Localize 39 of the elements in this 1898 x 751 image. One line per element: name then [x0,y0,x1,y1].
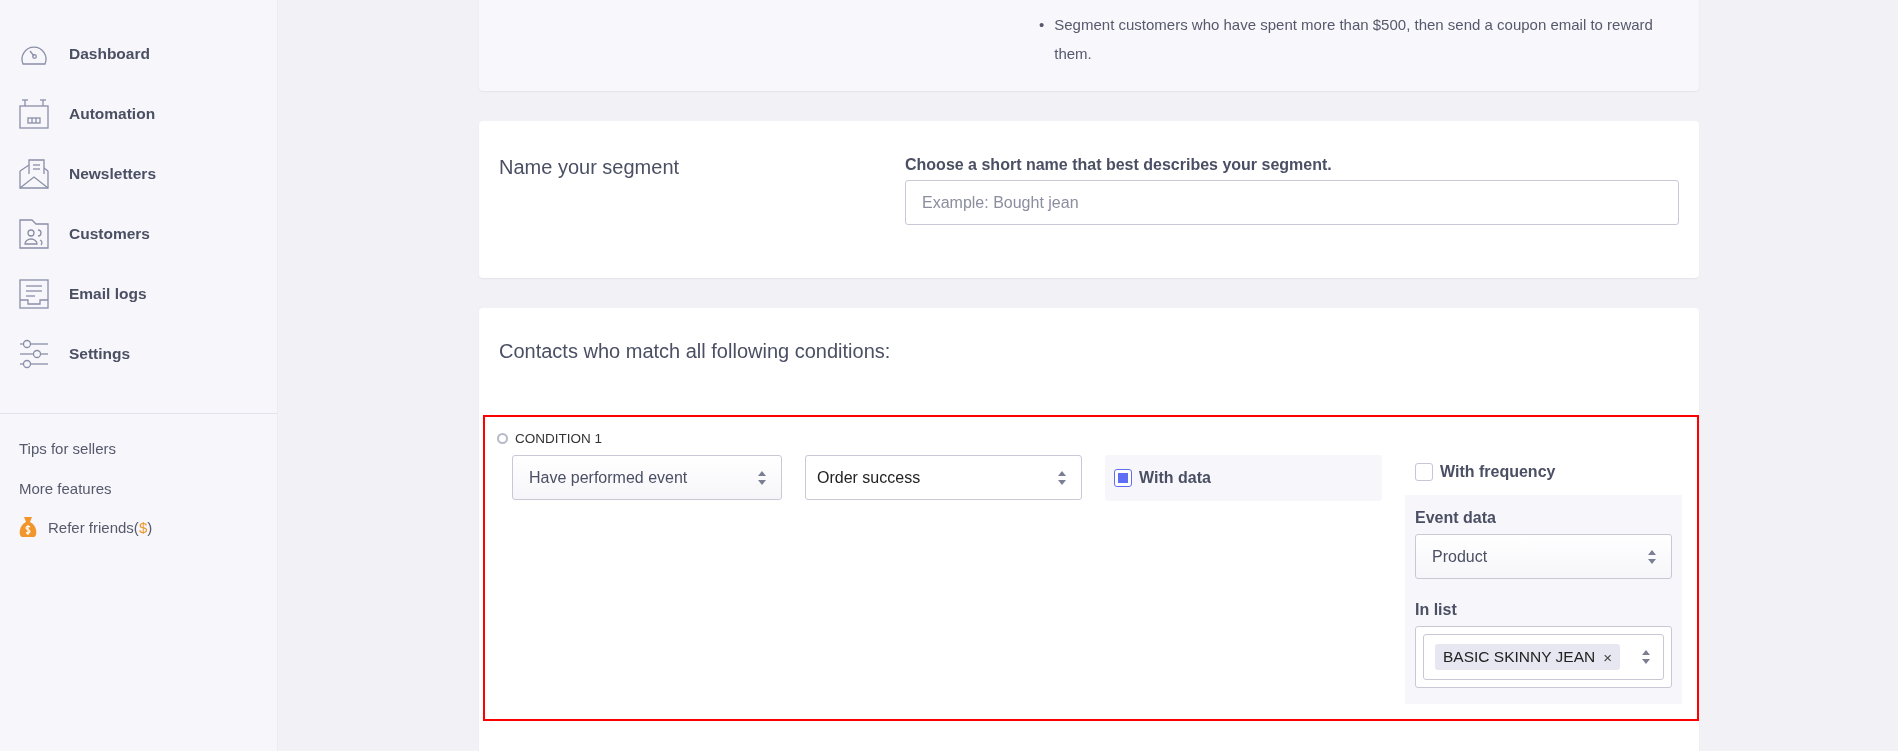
field-label: Choose a short name that best describes your segment. [905,156,1333,174]
sidebar-item[interactable]: Automation [0,84,277,144]
condition-title: CONDITION 1 [515,431,602,446]
event-data-select[interactable]: Product [1415,534,1672,579]
sidebar-item[interactable]: Newsletters [0,144,277,204]
bullet: • [1039,15,1045,35]
tag-label: BASIC SKINNY JEAN [1443,648,1596,666]
people-folder-icon [19,219,49,249]
checkbox-label: With frequency [1440,463,1556,481]
sidebar-item[interactable]: Dashboard [0,24,277,84]
remove-tag-button[interactable]: × [1603,648,1612,666]
sliders-icon [19,339,49,369]
event-select[interactable]: Order success [805,455,1082,500]
envelope-icon [19,159,49,189]
multi-select[interactable]: BASIC SKINNY JEAN × [1423,634,1664,680]
section-title: Name your segment [499,156,681,180]
refer-friends-link[interactable]: Refer friends($) [48,518,153,536]
sidebar-link[interactable]: More features [0,476,112,516]
sort-arrows-icon [1057,469,1067,486]
segment-name-field[interactable]: Example: Bought jean [905,180,1679,225]
checkbox[interactable] [1415,463,1433,481]
checkbox-label: With data [1139,469,1211,487]
sort-arrows-icon [757,469,767,486]
checkbox[interactable] [1114,469,1132,487]
sidebar-item[interactable]: Customers [0,204,277,264]
example-text: Segment customers who have spent more than $500, then send a coupon email to reward them. [1054,15,1654,64]
sort-arrows-icon [1641,649,1651,665]
field-label: Event data [1415,509,1497,527]
sidebar-link[interactable]: Tips for sellers [0,436,116,476]
event-type-select[interactable]: Have performed event [512,455,782,500]
inbox-icon [19,279,49,309]
condition-dot-icon [497,433,508,444]
machine-icon [19,99,49,129]
sort-arrows-icon [1647,548,1657,565]
section-title: Contacts who match all following conditions: [499,340,892,363]
sidebar-item[interactable]: Email logs [0,264,277,324]
money-bag-icon [18,516,38,538]
sidebar-item[interactable]: Settings [0,324,277,384]
field-label: In list [1415,601,1458,619]
